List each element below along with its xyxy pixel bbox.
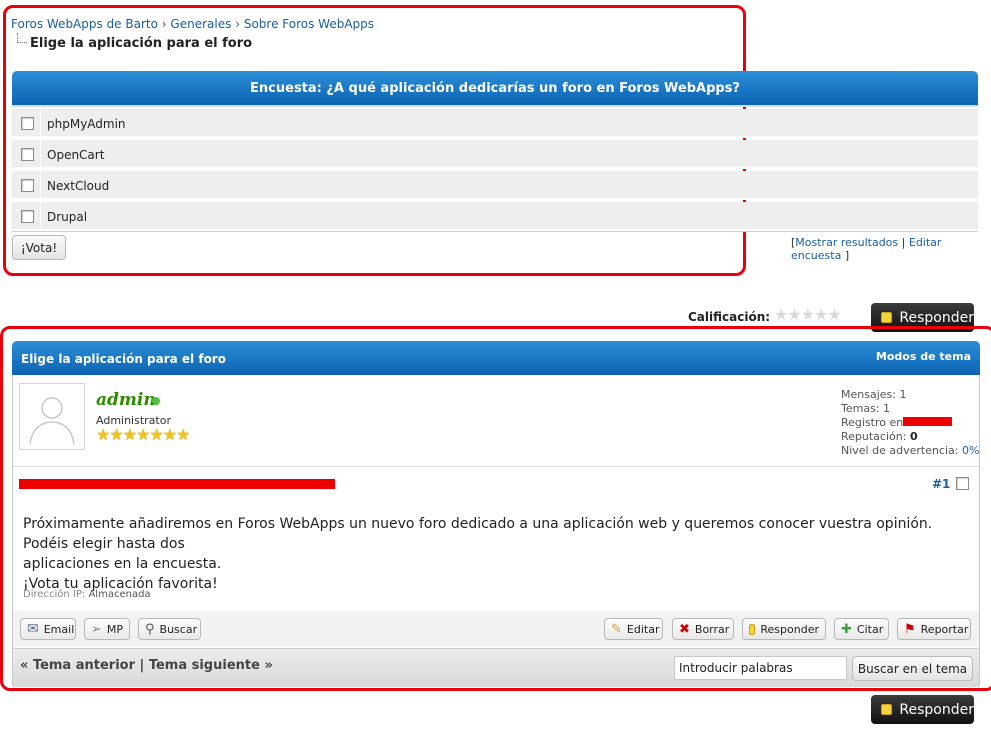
speech-bubble-icon (749, 623, 756, 635)
poll-option[interactable]: Drupal (12, 202, 978, 231)
search-topic-button[interactable]: Buscar en el tema (852, 656, 973, 681)
poll-option-checkbox[interactable] (21, 117, 34, 130)
rank-star-icon: ★ (176, 425, 190, 444)
flag-icon: ⚑ (904, 621, 916, 637)
rank-stars: ★★★★★★★ (96, 425, 190, 444)
poll-option-checkbox[interactable] (21, 210, 34, 223)
next-topic-link[interactable]: Tema siguiente » (149, 658, 273, 673)
stat-messages: Mensajes: 1 (841, 388, 907, 401)
post-text-line: ¡Vota tu aplicación favorita! (23, 576, 218, 592)
online-status-icon (152, 397, 160, 405)
speech-bubble-icon (881, 704, 893, 715)
topic-title-bar: Elige la aplicación para el foro Modos d… (12, 341, 980, 375)
breadcrumb-item-sobre[interactable]: Sobre Foros WebApps (244, 17, 374, 31)
stat-registered: Registro en: (841, 416, 907, 429)
post-text-line: aplicaciones en la encuesta. (23, 556, 222, 572)
reply-post-button[interactable]: Responder (742, 618, 826, 640)
rating-label: Calificación: (688, 310, 771, 324)
poll-title-bar: Encuesta: ¿A qué aplicación dedicarías u… (12, 71, 978, 107)
show-results-link[interactable]: Mostrar resultados (795, 236, 898, 249)
poll-title: Encuesta: ¿A qué aplicación dedicarías u… (250, 80, 740, 96)
reply-button-bottom[interactable]: Responder (871, 695, 974, 724)
search-user-button[interactable]: ⚲ Buscar (138, 618, 201, 640)
poll-bottom-border (12, 231, 978, 232)
breadcrumb-separator: › (161, 17, 167, 31)
star-empty-icon[interactable]: ★ (774, 305, 788, 324)
redacted-registration-date (903, 417, 952, 426)
envelope-icon: ✉ (27, 620, 39, 637)
rank-star-icon: ★ (162, 425, 177, 444)
username[interactable]: admin (96, 390, 156, 410)
private-message-button[interactable]: ➢ MP (84, 618, 130, 640)
theme-modes-link[interactable]: Modos de tema (876, 350, 971, 363)
star-empty-icon[interactable]: ★ (787, 305, 801, 324)
rating-stars[interactable]: ★★★★★ (774, 305, 842, 324)
rank-star-icon: ★ (136, 425, 150, 444)
delete-button[interactable]: ✖ Borrar (672, 618, 734, 640)
warning-level-link[interactable]: 0% (962, 444, 979, 457)
edit-button[interactable]: ✎ Editar (604, 618, 663, 640)
quote-button[interactable]: ✚ Citar (834, 618, 889, 640)
report-button[interactable]: ⚑ Reportar (897, 618, 971, 640)
poll-option-label: NextCloud (47, 179, 110, 193)
vote-button[interactable]: ¡Vota! (12, 235, 66, 260)
redacted-post-date (19, 479, 335, 489)
delete-x-icon: ✖ (679, 621, 690, 637)
star-empty-icon[interactable]: ★ (827, 305, 841, 324)
search-icon: ⚲ (145, 621, 155, 637)
topic-navigation: « Tema anterior | Tema siguiente » (20, 658, 273, 673)
poll-option-label: OpenCart (47, 148, 105, 162)
breadcrumb-tree-line (17, 33, 27, 43)
post-body: Próximamente añadiremos en Foros WebApps… (23, 514, 973, 594)
rank-star-icon: ★ (149, 425, 163, 444)
topic-search-input[interactable]: Introducir palabras (674, 656, 847, 680)
poll-option[interactable]: phpMyAdmin (12, 109, 978, 138)
rank-star-icon: ★ (109, 425, 123, 444)
poll-option[interactable]: NextCloud (12, 171, 978, 200)
paper-plane-icon: ➢ (91, 621, 102, 637)
rank-star-icon: ★ (122, 425, 137, 444)
poll-option[interactable]: OpenCart (12, 140, 978, 169)
previous-topic-link[interactable]: « Tema anterior (20, 658, 135, 673)
ip-address: Dirección IP: Almacenada (23, 589, 151, 600)
breadcrumb-item-forum-home[interactable]: Foros WebApps de Barto (11, 17, 158, 31)
poll-option-label: phpMyAdmin (47, 117, 126, 131)
stat-topics: Temas: 1 (841, 402, 891, 415)
poll-option-label: Drupal (47, 210, 88, 224)
rank-star-icon: ★ (96, 425, 110, 444)
pencil-icon: ✎ (611, 621, 622, 637)
post-text-line: Próximamente añadiremos en Foros WebApps… (23, 516, 933, 552)
default-avatar-icon (29, 397, 75, 445)
breadcrumb-separator: › (235, 17, 240, 31)
stat-warning: Nivel de advertencia: 0% (841, 444, 980, 457)
poll-option-checkbox[interactable] (21, 179, 34, 192)
quote-bubble-icon: ✚ (841, 621, 852, 637)
post-number-link[interactable]: #1 (932, 477, 950, 491)
poll-links: [Mostrar resultados | Editar encuesta ] (791, 236, 942, 262)
post-select-checkbox[interactable] (956, 477, 969, 490)
avatar[interactable] (19, 383, 85, 450)
star-empty-icon[interactable]: ★ (814, 305, 828, 324)
breadcrumb: Foros WebApps de Barto › Generales › Sob… (11, 17, 374, 31)
topic-title: Elige la aplicación para el foro (21, 352, 226, 366)
email-button[interactable]: ✉ Email (20, 618, 76, 640)
speech-bubble-icon (881, 312, 893, 323)
breadcrumb-current-topic: Elige la aplicación para el foro (30, 36, 253, 51)
star-empty-icon[interactable]: ★ (801, 305, 815, 324)
poll-option-checkbox[interactable] (21, 148, 34, 161)
stat-reputation: Reputación: 0 (841, 430, 918, 443)
breadcrumb-item-generales[interactable]: Generales (170, 17, 231, 31)
